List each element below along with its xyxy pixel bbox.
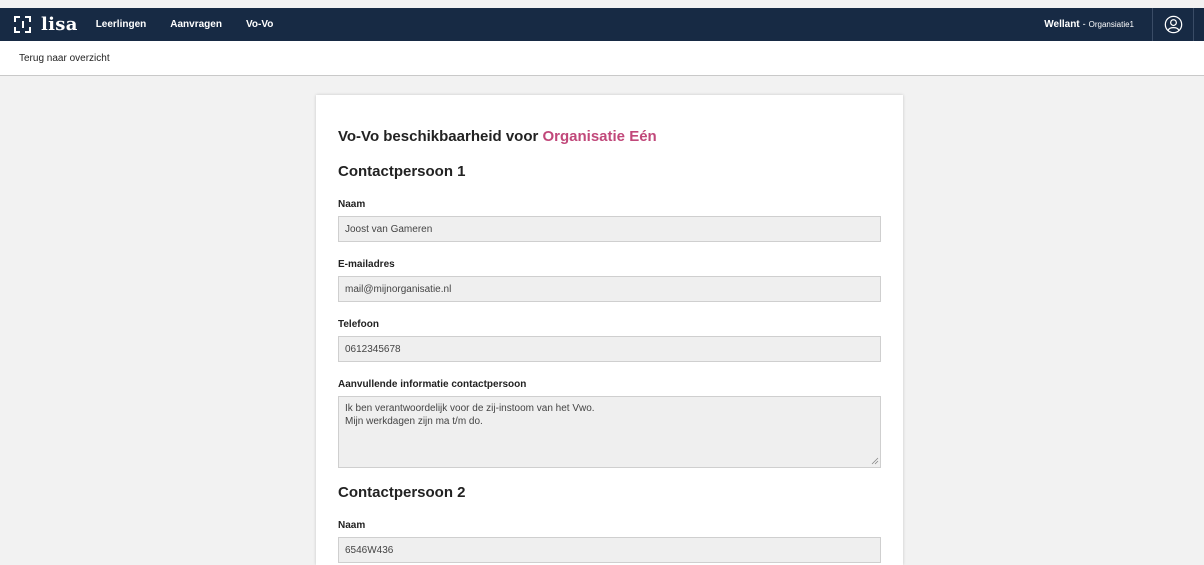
- user-menu-button[interactable]: [1152, 8, 1193, 41]
- lisa-logo-icon: [14, 16, 31, 33]
- contact1-name-label: Naam: [338, 199, 366, 210]
- contact1-name-input[interactable]: [338, 216, 881, 242]
- organisation-name: Organsiatie1: [1088, 20, 1134, 29]
- lisa-logo[interactable]: lisa: [14, 14, 78, 35]
- contact2-heading: Contactpersoon 2: [338, 484, 466, 501]
- nav-aanvragen[interactable]: Aanvragen: [170, 19, 222, 30]
- contact1-heading: Contactpersoon 1: [338, 163, 466, 180]
- contact1-phone-input[interactable]: [338, 336, 881, 362]
- logo-text: lisa: [41, 14, 78, 35]
- contact2-name-label: Naam: [338, 520, 366, 531]
- nav-leerlingen[interactable]: Leerlingen: [96, 19, 147, 30]
- school-name: Wellant: [1044, 19, 1080, 30]
- topbar-right: Wellant - Organsiatie1: [1044, 8, 1204, 41]
- topbar-divider: [1193, 8, 1204, 41]
- back-to-overview-link[interactable]: Terug naar overzicht: [19, 53, 110, 64]
- organisation-switcher[interactable]: Wellant - Organsiatie1: [1044, 19, 1134, 30]
- availability-form-card: Vo-Vo beschikbaarheid voor Organisatie E…: [316, 95, 903, 565]
- resize-handle-icon[interactable]: [871, 457, 879, 465]
- top-navigation-bar: lisa Leerlingen Aanvragen Vo-Vo Wellant -…: [0, 8, 1204, 41]
- contact2-name-input[interactable]: [338, 537, 881, 563]
- contact1-phone-label: Telefoon: [338, 319, 379, 330]
- org-separator: -: [1082, 19, 1086, 29]
- nav-vo-vo[interactable]: Vo-Vo: [246, 19, 273, 30]
- page-title: Vo-Vo beschikbaarheid voor Organisatie E…: [338, 128, 657, 145]
- sub-navigation-bar: Terug naar overzicht: [0, 41, 1204, 76]
- main-nav: Leerlingen Aanvragen Vo-Vo: [96, 19, 298, 30]
- contact1-email-input[interactable]: [338, 276, 881, 302]
- page-title-prefix: Vo-Vo beschikbaarheid voor: [338, 128, 539, 145]
- page-title-organisation: Organisatie Eén: [542, 128, 657, 145]
- contact1-info-label: Aanvullende informatie contactpersoon: [338, 379, 527, 390]
- user-icon: [1164, 15, 1182, 34]
- contact1-email-label: E-mailadres: [338, 259, 395, 270]
- contact1-info-textarea[interactable]: Ik ben verantwoordelijk voor de zij-inst…: [338, 396, 881, 468]
